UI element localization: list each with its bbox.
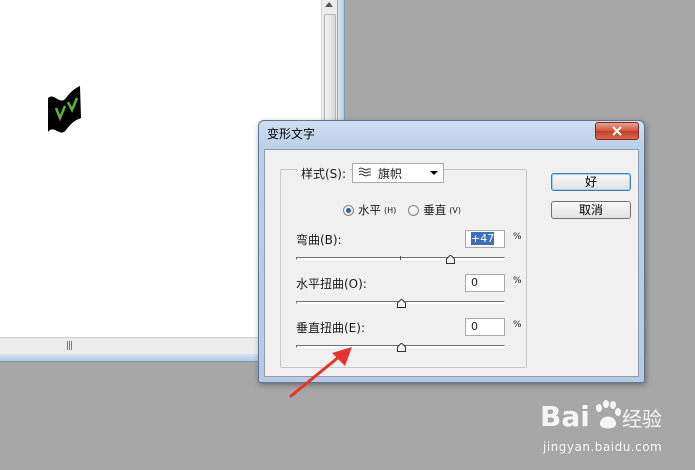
cancel-button[interactable]: 取消 [551, 201, 631, 219]
svg-text:经验: 经验 [622, 407, 662, 431]
radio-vertical-indicator[interactable] [408, 204, 420, 216]
style-select[interactable]: 旗帜 [352, 163, 445, 183]
dialog-body: 样式(S): 旗帜 水平 (H) 垂直 (V) 弯曲(B): +47 % 水平扭… [264, 149, 639, 377]
bend-slider[interactable] [296, 252, 505, 266]
scroll-grip[interactable]: ||| [66, 341, 73, 351]
radio-vertical[interactable]: 垂直 (V) [408, 202, 461, 218]
radio-horizontal[interactable]: 水平 (H) [343, 202, 396, 218]
watermark-url: jingyan.baidu.com [543, 440, 663, 454]
radio-horizontal-label: 水平 [358, 203, 381, 217]
horizontal-distort-slider[interactable] [296, 296, 505, 310]
horizontal-distort-label: 水平扭曲(O): [296, 277, 367, 291]
close-icon [612, 126, 622, 136]
flag-style-icon [358, 166, 372, 181]
horizontal-distort-input[interactable]: 0 [465, 274, 505, 292]
horizontal-distort-unit: % [513, 276, 522, 286]
style-label: 样式(S): [297, 164, 351, 182]
bend-input[interactable]: +47 [465, 230, 505, 248]
warped-text-glyph [48, 86, 81, 133]
radio-vertical-label: 垂直 [423, 203, 447, 217]
style-group-box [280, 169, 527, 368]
bend-label: 弯曲(B): [296, 233, 342, 247]
horizontal-distort-value: 0 [471, 276, 478, 289]
warp-text-dialog: 变形文字 样式(S): 旗帜 水平 (H) 垂直 (V) 弯曲(B): +47 … [258, 120, 645, 383]
dialog-title: 变形文字 [267, 127, 316, 141]
svg-text:Bai: Bai [540, 400, 590, 433]
annotation-arrow-icon [289, 347, 352, 398]
bend-unit: % [513, 232, 522, 242]
style-select-value: 旗帜 [378, 166, 403, 181]
ok-button[interactable]: 好 [551, 173, 631, 191]
bend-slider-center-tick [400, 256, 401, 260]
vertical-distort-input[interactable]: 0 [465, 318, 505, 336]
orientation-radio-group: 水平 (H) 垂直 (V) [343, 202, 473, 218]
radio-horizontal-indicator[interactable] [343, 204, 354, 216]
radio-vertical-key: (V) [449, 205, 461, 215]
chevron-down-icon [430, 171, 439, 175]
vertical-distort-value: 0 [471, 320, 478, 333]
vertical-distort-label: 垂直扭曲(E): [296, 321, 365, 335]
radio-horizontal-key: (H) [384, 205, 397, 215]
vertical-distort-unit: % [513, 320, 522, 330]
close-button[interactable] [595, 122, 639, 140]
bend-input-value: +47 [471, 232, 495, 245]
scroll-up-icon[interactable] [325, 2, 333, 7]
style-row: 样式(S): 旗帜 [297, 162, 445, 184]
baidu-jingyan-watermark-logo: Bai 经验 [540, 400, 662, 433]
